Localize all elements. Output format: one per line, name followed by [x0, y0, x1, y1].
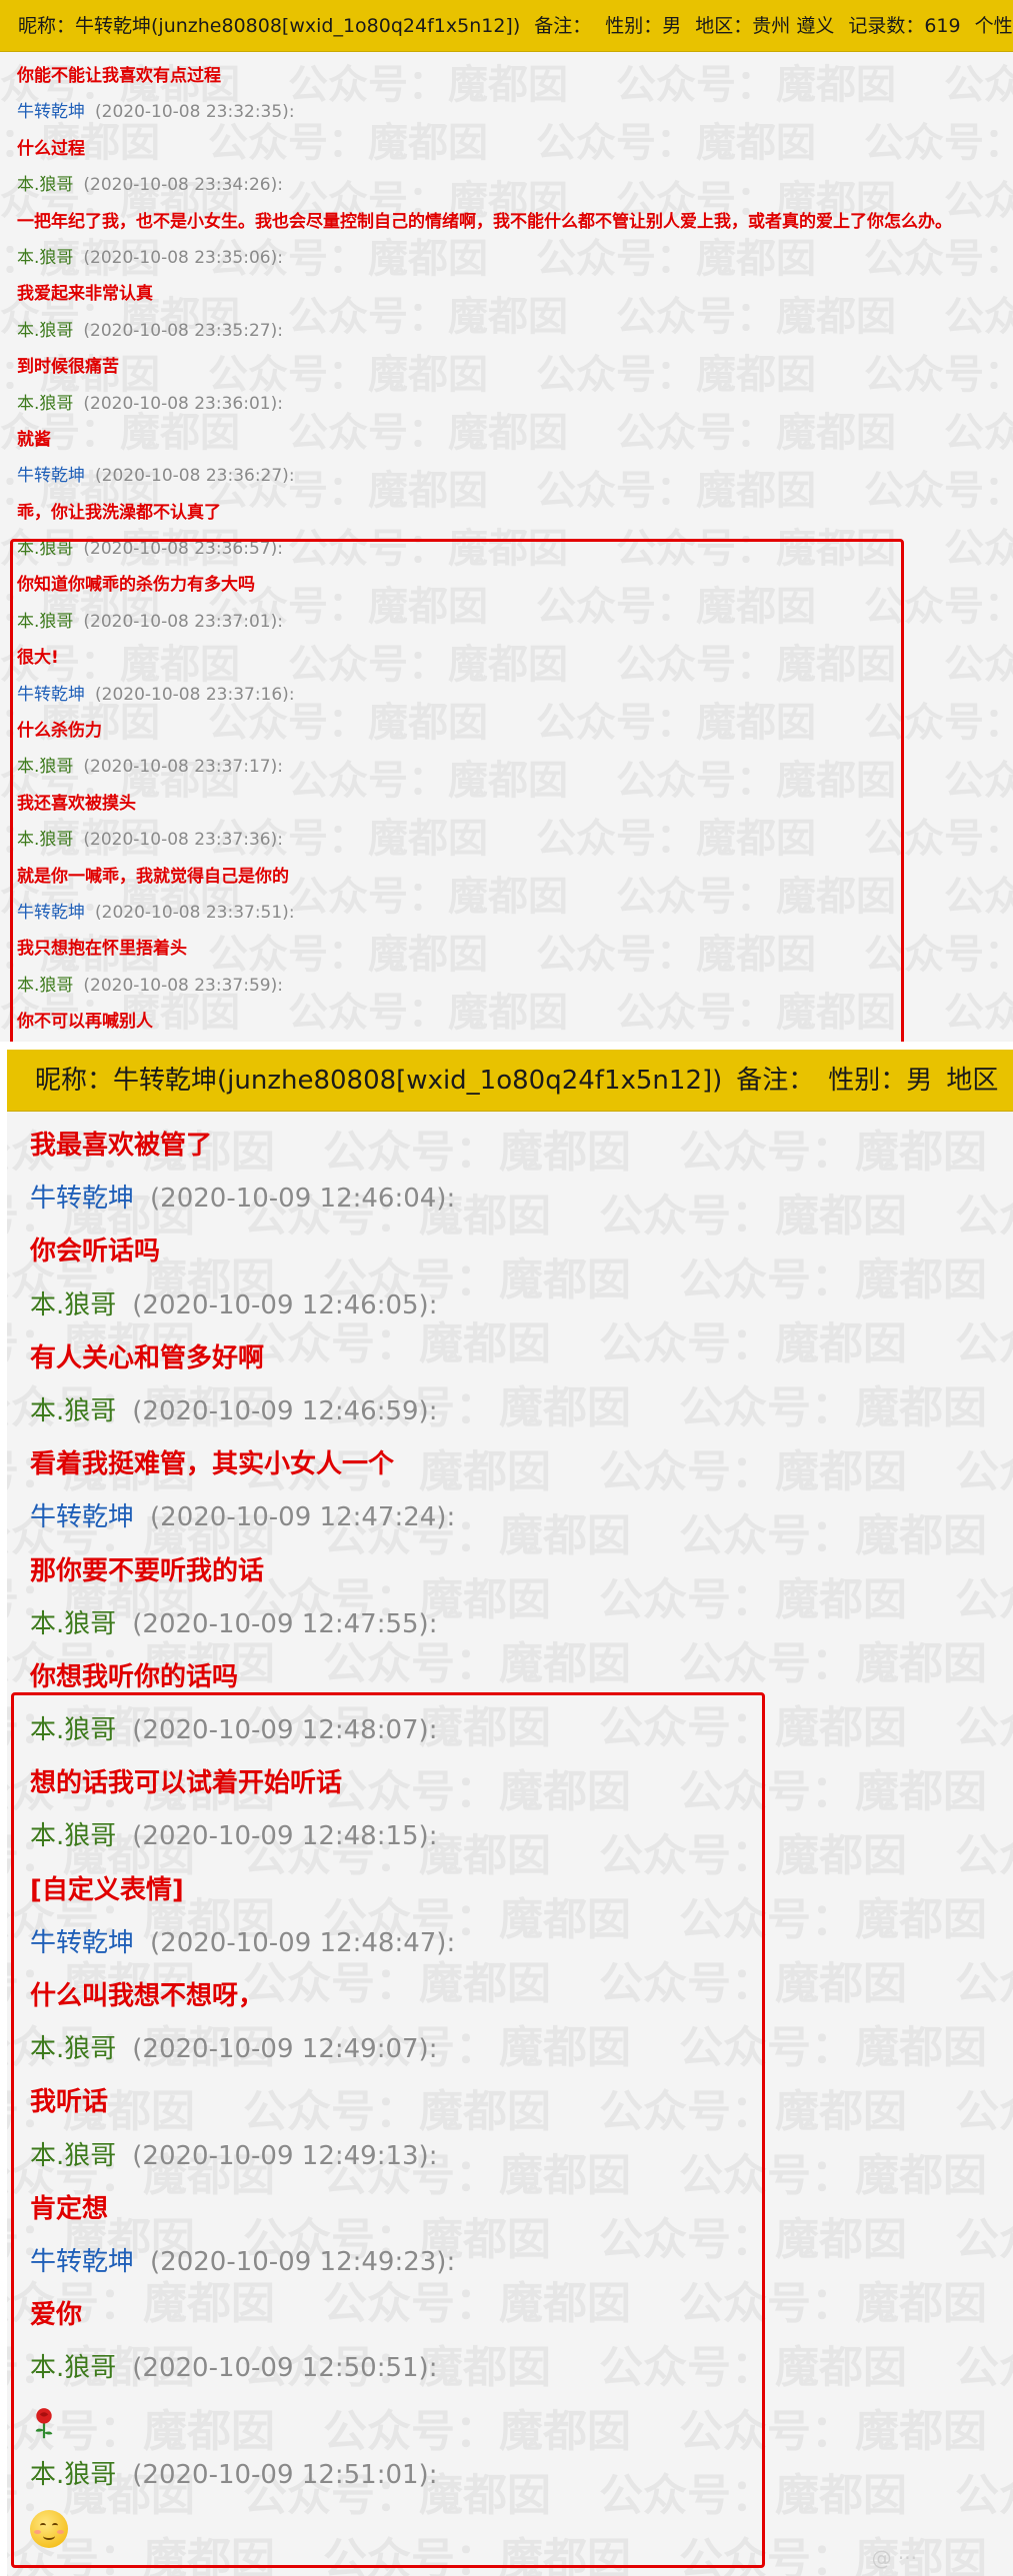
sender-name: 本.狼哥	[30, 1395, 117, 1426]
message-timestamp: (2020-10-08 23:35:06):	[83, 247, 283, 268]
message-meta-row: 本.狼哥 (2020-10-09 12:46:59):	[30, 1385, 1013, 1438]
sender-name: 本.狼哥	[17, 175, 74, 196]
contact-header: 昵称：牛转乾坤(junzhe80808[wxid_1o80q24f1x5n12]…	[0, 0, 1013, 52]
message-text: 你能不能让我喜欢有点过程	[17, 66, 221, 86]
header-note: 备注：	[736, 1066, 815, 1096]
header-gender: 性别：男	[828, 1066, 933, 1096]
message-meta-row: 牛转乾坤 (2020-10-08 23:36:27):	[17, 458, 1013, 494]
message-text: 你想我听你的话吗	[30, 1661, 239, 1692]
sender-name: 牛转乾坤	[17, 466, 85, 487]
message-meta-row: 本.狼哥 (2020-10-08 23:36:01):	[17, 386, 1013, 422]
message-row: 一把年纪了我，也不是小女生。我也会尽量控制自己的情绪啊，我不能什么都不管让别人爱…	[17, 204, 1013, 240]
message-row: 就酱	[17, 422, 1013, 458]
message-timestamp: (2020-10-08 23:34:26):	[83, 175, 283, 196]
message-text: 什么过程	[17, 138, 85, 159]
message-timestamp: (2020-10-09 12:47:55):	[132, 1608, 438, 1639]
header-record-count: 记录数：619	[848, 15, 961, 37]
message-timestamp: (2020-10-08 23:32:35):	[95, 102, 295, 123]
message-text: 看着我挺难管，其实小女人一个	[30, 1449, 395, 1480]
message-meta-row: 牛转乾坤 (2020-10-08 23:32:35):	[17, 94, 1013, 130]
message-row: 我最喜欢被管了	[30, 1120, 1013, 1173]
highlight-box	[11, 1692, 765, 2568]
message-meta-row: 牛转乾坤 (2020-10-09 12:47:24):	[30, 1491, 1013, 1544]
message-text: 我最喜欢被管了	[30, 1131, 213, 1161]
message-row: 什么过程	[17, 131, 1013, 167]
message-row: 到时候很痛苦	[17, 349, 1013, 385]
message-meta-row: 牛转乾坤 (2020-10-09 12:46:04):	[30, 1173, 1013, 1226]
header-note: 备注：	[534, 15, 592, 37]
message-timestamp: (2020-10-09 12:46:04):	[150, 1184, 456, 1215]
sender-name: 本.狼哥	[30, 1289, 117, 1320]
message-row: 那你要不要听我的话	[30, 1545, 1013, 1598]
contact-header: 昵称：牛转乾坤(junzhe80808[wxid_1o80q24f1x5n12]…	[7, 1050, 1013, 1112]
message-timestamp: (2020-10-09 12:46:59):	[132, 1395, 438, 1426]
message-row: 有人关心和管多好啊	[30, 1332, 1013, 1385]
message-text: 那你要不要听我的话	[30, 1555, 265, 1586]
sender-name: 牛转乾坤	[30, 1502, 135, 1533]
message-row: 我爱起来非常认真	[17, 276, 1013, 312]
message-text: 一把年纪了我，也不是小女生。我也会尽量控制自己的情绪啊，我不能什么都不管让别人爱…	[17, 211, 952, 232]
message-meta-row: 本.狼哥 (2020-10-08 23:35:06):	[17, 240, 1013, 276]
message-meta-row: 本.狼哥 (2020-10-09 12:47:55):	[30, 1598, 1013, 1651]
message-row: 你能不能让我喜欢有点过程	[17, 58, 1013, 94]
message-row: 你会听话吗	[30, 1226, 1013, 1279]
message-timestamp: (2020-10-08 23:36:01):	[83, 393, 283, 414]
sender-name: 牛转乾坤	[30, 1184, 135, 1215]
message-text: 就酱	[17, 429, 51, 450]
message-row: 看着我挺难管，其实小女人一个	[30, 1438, 1013, 1491]
header-nickname: 昵称：牛转乾坤(junzhe80808[wxid_1o80q24f1x5n12]…	[35, 1066, 723, 1096]
header-gender: 性别：男	[605, 15, 682, 37]
message-row: 乖，你让我洗澡都不认真了	[17, 495, 1013, 531]
header-signature: 个性签名：	[974, 15, 1013, 37]
highlight-box	[10, 539, 904, 1042]
corner-weibo-mark: @ ···	[871, 2546, 917, 2570]
chat-panel-2: 公众号：魔都囡公众号：魔都囡公众号：魔都囡公众号：魔都囡公众号：魔都囡公众号：魔…	[7, 1050, 1013, 2576]
sender-name: 本.狼哥	[17, 393, 74, 414]
header-region: 地区	[946, 1066, 999, 1096]
sender-name: 本.狼哥	[17, 320, 74, 341]
sender-name: 本.狼哥	[17, 247, 74, 268]
header-region: 地区：贵州 遵义	[695, 15, 835, 37]
message-timestamp: (2020-10-09 12:46:05):	[132, 1289, 438, 1320]
message-text: 你会听话吗	[30, 1237, 161, 1268]
message-text: 有人关心和管多好啊	[30, 1342, 265, 1373]
message-text: 乖，你让我洗澡都不认真了	[17, 502, 221, 523]
message-timestamp: (2020-10-08 23:36:27):	[95, 466, 295, 487]
chat-panel-1: 公众号：魔都囡公众号：魔都囡公众号：魔都囡公众号：魔都囡公众号：魔都囡公众号：魔…	[0, 0, 1013, 1042]
message-meta-row: 本.狼哥 (2020-10-08 23:34:26):	[17, 167, 1013, 203]
sender-name: 本.狼哥	[30, 1608, 117, 1639]
message-text: 我爱起来非常认真	[17, 284, 153, 305]
header-nickname: 昵称：牛转乾坤(junzhe80808[wxid_1o80q24f1x5n12]…	[18, 15, 521, 37]
message-timestamp: (2020-10-09 12:47:24):	[150, 1502, 456, 1533]
message-text: 到时候很痛苦	[17, 357, 119, 378]
message-meta-row: 本.狼哥 (2020-10-09 12:46:05):	[30, 1280, 1013, 1332]
sender-name: 牛转乾坤	[17, 102, 85, 123]
message-meta-row: 本.狼哥 (2020-10-08 23:35:27):	[17, 313, 1013, 349]
message-timestamp: (2020-10-08 23:35:27):	[83, 320, 283, 341]
